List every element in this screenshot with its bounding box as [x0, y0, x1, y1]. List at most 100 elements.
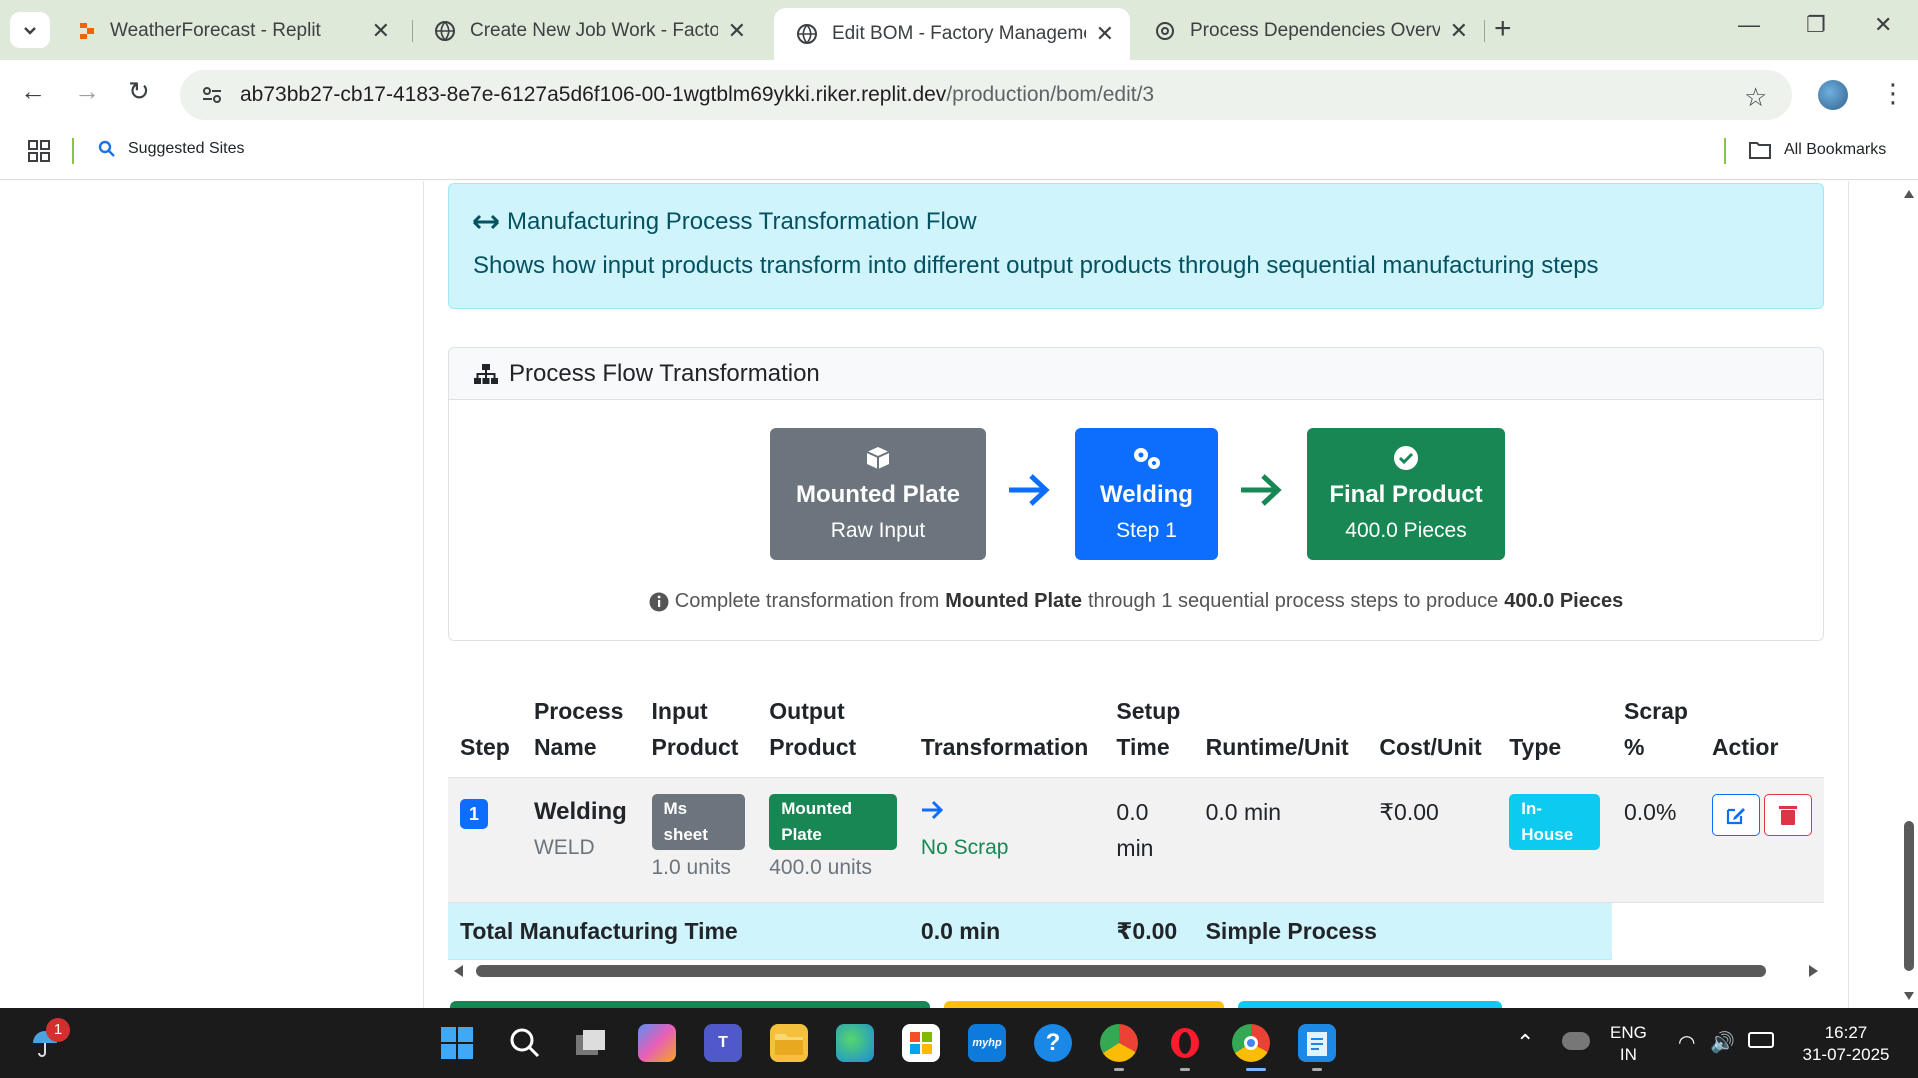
browser-tab-strip: WeatherForecast - Replit ✕ Create New Jo… — [0, 0, 1918, 60]
tab-title: Process Dependencies Overview — [1190, 20, 1440, 41]
tab-create-job-work[interactable]: Create New Job Work - Factory ✕ — [412, 8, 762, 54]
sitemap-icon — [474, 363, 498, 384]
process-code: WELD — [533, 836, 595, 859]
apps-grid-icon[interactable] — [27, 139, 51, 163]
total-spacer — [1699, 902, 1824, 960]
close-tab-icon[interactable]: ✕ — [1450, 18, 1468, 44]
all-bookmarks-button[interactable]: All Bookmarks — [1748, 140, 1886, 160]
cell-process: Welding WELD — [521, 777, 640, 903]
cell-type: In-House — [1497, 777, 1612, 903]
running-indicator — [1114, 1068, 1124, 1071]
close-window-button[interactable]: ✕ — [1874, 12, 1892, 38]
tab-process-dependencies[interactable]: Process Dependencies Overview ✕ — [1132, 8, 1484, 54]
forward-button[interactable]: → — [74, 76, 100, 107]
site-info-icon[interactable] — [200, 83, 224, 107]
suggested-sites-bookmark[interactable]: Suggested Sites — [98, 140, 245, 158]
cell-transformation: No Scrap — [908, 777, 1105, 903]
chrome-profile-app[interactable] — [1100, 1024, 1138, 1062]
show-hidden-icons-button[interactable]: ⌃ — [1516, 1030, 1534, 1056]
scrollbar-thumb[interactable] — [1904, 821, 1914, 971]
opera-app[interactable] — [1166, 1024, 1204, 1062]
scrollbar-thumb[interactable] — [476, 965, 1766, 977]
close-tab-icon[interactable]: ✕ — [1096, 21, 1114, 47]
search-icon — [98, 140, 115, 157]
teams-app[interactable]: T — [704, 1024, 742, 1062]
replit-icon — [80, 23, 94, 39]
flow-step-title: Welding — [1100, 481, 1193, 508]
note-output: 400.0 Pieces — [1504, 590, 1624, 612]
onedrive-icon[interactable] — [1562, 1032, 1590, 1050]
language-indicator[interactable]: ENG IN — [1610, 1022, 1647, 1066]
save-button-partial[interactable] — [450, 1001, 930, 1008]
scroll-down-icon[interactable] — [1903, 991, 1915, 1001]
tab-search-button[interactable] — [10, 12, 50, 48]
profile-avatar[interactable] — [1818, 80, 1848, 110]
tab-title: Edit BOM - Factory Managemer — [832, 23, 1086, 44]
box-icon — [866, 447, 890, 469]
back-button[interactable]: ← — [20, 76, 46, 107]
edit-step-button[interactable] — [1711, 794, 1760, 836]
process-flow-info-alert: Manufacturing Process Transformation Flo… — [448, 183, 1824, 309]
warning-button-partial[interactable] — [944, 1001, 1224, 1008]
output-product-badge: Mounted Plate — [769, 794, 897, 850]
tab-edit-bom[interactable]: Edit BOM - Factory Managemer ✕ — [774, 8, 1130, 60]
opera-icon — [1171, 1028, 1199, 1058]
running-indicator — [1312, 1068, 1322, 1071]
edge-app[interactable] — [836, 1024, 874, 1062]
file-explorer-app[interactable] — [770, 1024, 808, 1062]
step-badge: 1 — [460, 799, 489, 829]
process-steps-table-container[interactable]: Step Process Name Input Product Output Prod… — [448, 681, 1824, 961]
cell-input: Ms sheet 1.0 units — [639, 777, 758, 903]
table-horizontal-scrollbar[interactable] — [448, 956, 1824, 986]
scroll-up-icon[interactable] — [1903, 189, 1915, 199]
total-row: Total Manufacturing Time 0.0 min ₹0.00 S… — [448, 902, 1824, 960]
arrow-right-icon — [1241, 474, 1282, 506]
new-tab-button[interactable]: + — [1494, 12, 1512, 46]
chrome-app[interactable] — [1232, 1024, 1270, 1062]
info-button-partial[interactable] — [1238, 1001, 1502, 1008]
edit-icon — [1726, 808, 1745, 825]
notepad-app[interactable] — [1298, 1024, 1336, 1062]
scroll-left-icon[interactable] — [452, 964, 464, 978]
scroll-right-icon[interactable] — [1808, 964, 1820, 978]
arrows-left-right-icon — [473, 214, 499, 230]
microsoft-store-app[interactable] — [902, 1024, 940, 1062]
bookmark-star-icon[interactable]: ☆ — [1744, 82, 1767, 113]
page-vertical-scrollbar[interactable] — [1900, 181, 1918, 1008]
tab-divider — [1484, 20, 1485, 42]
card-header: Process Flow Transformation — [449, 348, 1823, 400]
reload-button[interactable]: ↻ — [128, 76, 150, 107]
restore-button[interactable]: ❐ — [1806, 12, 1826, 38]
copilot-app[interactable] — [638, 1024, 676, 1062]
alert-heading: Manufacturing Process Transformation Flo… — [473, 208, 1799, 236]
clock[interactable]: 16:27 31-07-2025 — [1796, 1022, 1896, 1066]
cell-runtime: 0.0 min — [1193, 777, 1368, 903]
wifi-icon[interactable]: ◠ — [1678, 1030, 1695, 1055]
flow-step-subtitle: Step 1 — [1116, 519, 1177, 542]
close-tab-icon[interactable]: ✕ — [728, 18, 746, 44]
arrow-right-icon — [921, 800, 944, 820]
volume-icon[interactable]: 🔊 — [1710, 1030, 1735, 1055]
flow-input-box: Mounted Plate Raw Input — [770, 428, 986, 560]
minimize-button[interactable]: — — [1738, 12, 1760, 38]
browser-menu-icon[interactable]: ⋮ — [1880, 78, 1906, 109]
address-bar[interactable]: ab73bb27-cb17-4183-8e7e-6127a5d6f106-00-… — [180, 70, 1792, 120]
task-view-button[interactable] — [572, 1024, 610, 1062]
start-button[interactable] — [438, 1024, 476, 1062]
get-help-app[interactable]: ? — [1034, 1024, 1072, 1062]
globe-icon — [435, 21, 455, 41]
flow-input-subtitle: Raw Input — [830, 519, 926, 542]
store-icon — [910, 1032, 932, 1054]
tab-weatherforecast[interactable]: WeatherForecast - Replit ✕ — [56, 8, 406, 54]
card-title: Process Flow Transformation — [509, 359, 820, 387]
cell-output: Mounted Plate 400.0 units — [757, 777, 909, 903]
myhp-app[interactable]: myhp — [968, 1024, 1006, 1062]
folder-icon — [775, 1034, 803, 1055]
taskbar-search-button[interactable] — [506, 1024, 544, 1062]
tab-title: WeatherForecast - Replit — [110, 20, 321, 41]
battery-icon[interactable] — [1748, 1032, 1774, 1048]
check-circle-icon — [1394, 446, 1418, 470]
delete-step-button[interactable] — [1763, 794, 1812, 836]
page-viewport: Manufacturing Process Transformation Flo… — [0, 181, 1900, 1008]
close-tab-icon[interactable]: ✕ — [372, 18, 390, 44]
